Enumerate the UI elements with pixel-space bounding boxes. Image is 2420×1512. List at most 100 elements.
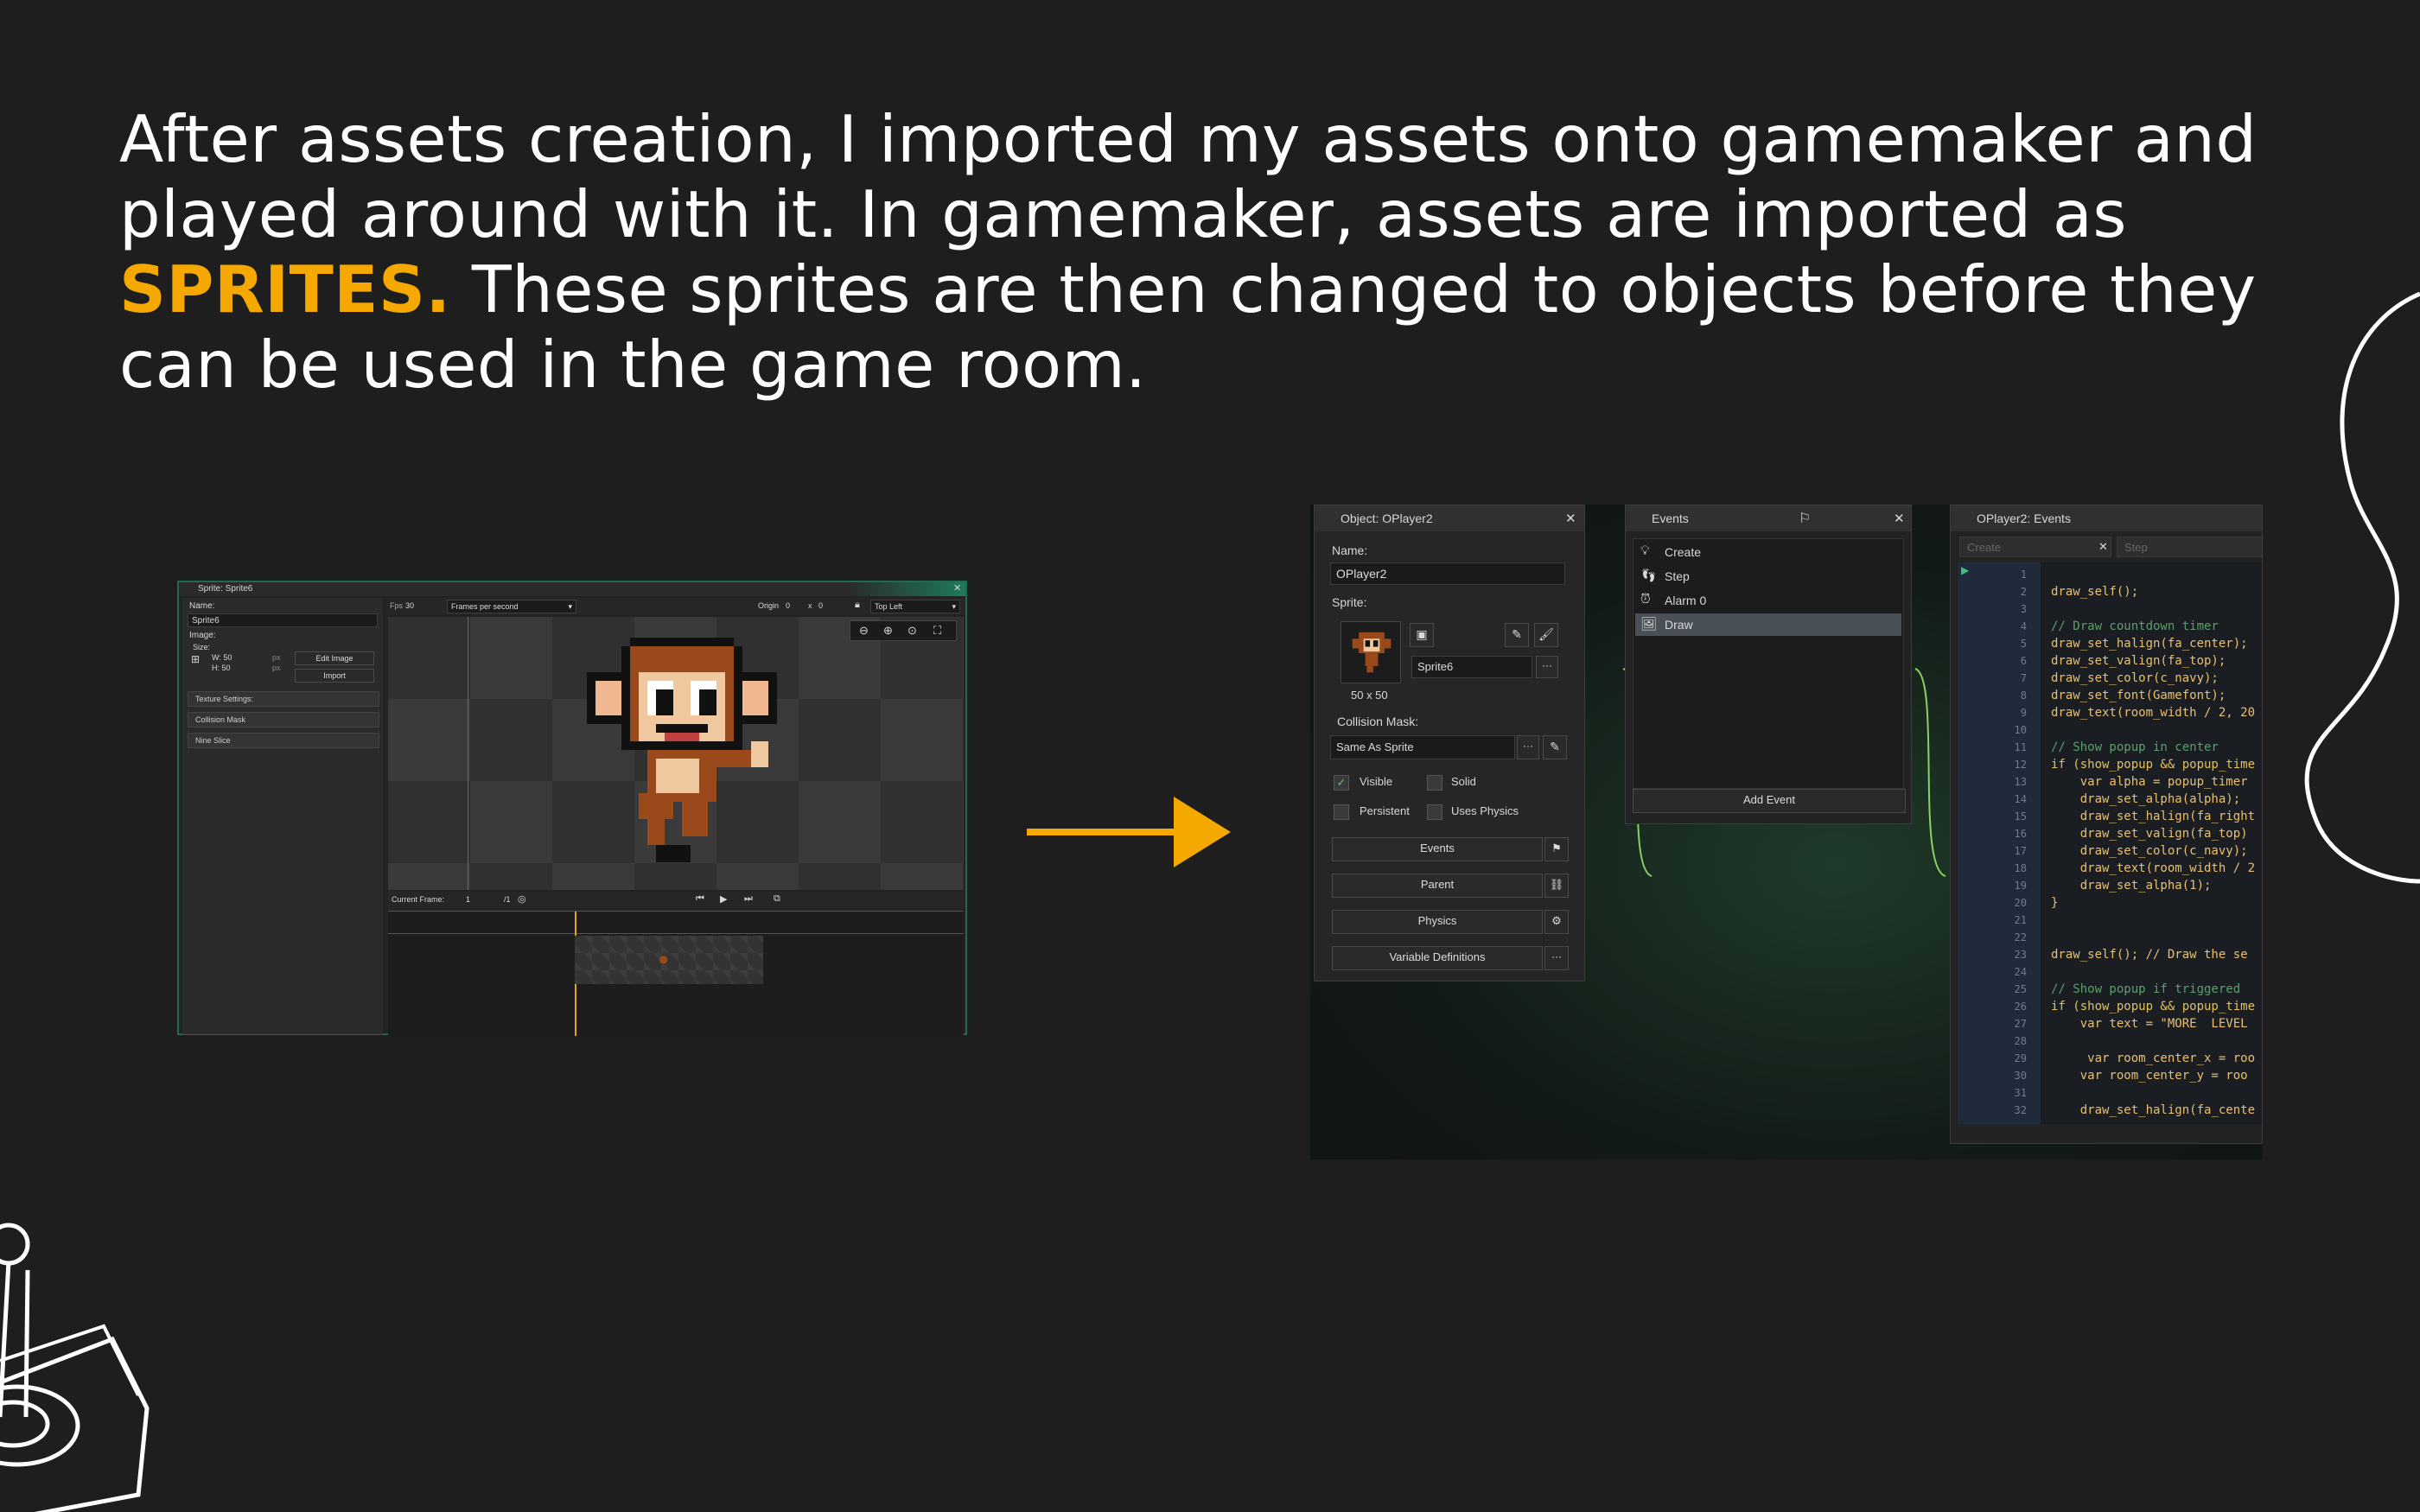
sprite-editor-titlebar: Sprite: Sprite6 ✕ bbox=[179, 582, 965, 596]
lightbulb-icon: 💡︎ bbox=[1640, 543, 1650, 558]
zoom-in-icon[interactable]: ⊕ bbox=[883, 624, 893, 638]
timeline[interactable]: ● bbox=[388, 911, 964, 1036]
new-sprite-icon[interactable]: ▣ bbox=[1410, 623, 1434, 647]
section-collision-mask[interactable]: Collision Mask bbox=[188, 712, 379, 727]
line-number: 23 bbox=[2014, 949, 2027, 961]
line-number: 1 bbox=[2020, 569, 2027, 581]
image-icon: 🖼︎ bbox=[1640, 617, 1658, 632]
physics-gear-icon[interactable]: ⚙ bbox=[1544, 910, 1569, 934]
fps-mode-select[interactable]: Frames per second ▾ bbox=[447, 600, 576, 613]
event-item-alarm-0[interactable]: ⏰︎ Alarm 0 bbox=[1635, 589, 1901, 612]
monkey-sprite-image bbox=[587, 638, 777, 862]
code-line: // Show popup if triggered bbox=[2051, 982, 2241, 996]
event-item-create[interactable]: 💡︎ Create bbox=[1635, 541, 1901, 563]
line-number: 7 bbox=[2020, 672, 2027, 684]
code-panel-title: OPlayer2: Events bbox=[1977, 511, 2071, 525]
flag-icon[interactable]: ⚐ bbox=[1799, 510, 1811, 527]
line-number: 32 bbox=[2014, 1104, 2027, 1116]
sprite-name-field[interactable]: Sprite6 bbox=[188, 613, 378, 627]
sprite-canvas[interactable]: ⊖ ⊕ ⊙ ⛶ bbox=[388, 617, 964, 890]
events-list: 💡︎ Create 👣︎ Step ⏰︎ Alarm 0 🖼︎ Draw bbox=[1633, 538, 1904, 789]
line-number: 26 bbox=[2014, 1001, 2027, 1013]
object-workspace: Object: OPlayer2 ✕ Name: OPlayer2 Sprite… bbox=[1310, 505, 2263, 1159]
close-icon[interactable]: ✕ bbox=[2098, 540, 2108, 554]
collision-mask-label: Collision Mask: bbox=[1337, 715, 1419, 728]
line-number: 16 bbox=[2014, 828, 2027, 840]
events-flag-icon[interactable]: ⚑ bbox=[1544, 837, 1569, 861]
play-icon[interactable]: ▶ bbox=[720, 893, 727, 905]
code-panel-titlebar: OPlayer2: Events bbox=[1951, 505, 2262, 531]
variable-definitions-more-button[interactable]: ··· bbox=[1544, 946, 1569, 970]
variable-definitions-button[interactable]: Variable Definitions bbox=[1332, 946, 1543, 970]
code-line: var alpha = popup_timer bbox=[2051, 775, 2248, 789]
resize-icon[interactable]: ⊞ bbox=[191, 653, 200, 665]
origin-y-value[interactable]: 0 bbox=[818, 601, 823, 610]
object-name-field[interactable]: OPlayer2 bbox=[1330, 562, 1565, 585]
zoom-out-icon[interactable]: ⊖ bbox=[859, 624, 869, 638]
section-texture-settings[interactable]: Texture Settings: bbox=[188, 691, 379, 707]
object-name-label: Name: bbox=[1332, 543, 1368, 557]
collision-mask-select[interactable]: Same As Sprite bbox=[1330, 735, 1515, 759]
arrow-right-icon bbox=[1027, 797, 1231, 867]
events-panel-title: Events bbox=[1652, 511, 1689, 525]
width-value: W: 50 bbox=[212, 653, 232, 662]
event-item-step[interactable]: 👣︎ Step bbox=[1635, 565, 1901, 588]
loop-icon[interactable]: ⧉ bbox=[774, 893, 780, 905]
event-label: Step bbox=[1665, 569, 1690, 583]
tab-create[interactable]: Create ✕ bbox=[1959, 537, 2111, 557]
events-button[interactable]: Events bbox=[1332, 837, 1543, 861]
close-icon[interactable]: ✕ bbox=[1894, 511, 1905, 526]
tab-step[interactable]: Step bbox=[2117, 537, 2262, 557]
onion-skin-icon[interactable]: ◎ bbox=[518, 893, 526, 905]
line-number: 28 bbox=[2014, 1035, 2027, 1047]
edit-image-button[interactable]: Edit Image bbox=[295, 651, 374, 665]
uses-physics-checkbox[interactable] bbox=[1427, 804, 1442, 820]
visible-checkbox[interactable]: ✓ bbox=[1334, 775, 1349, 791]
event-label: Draw bbox=[1665, 618, 1693, 632]
origin-preset-select[interactable]: Top Left ▾ bbox=[870, 600, 960, 613]
lock-icon[interactable]: 🔒︎ bbox=[855, 600, 860, 611]
origin-label: Origin bbox=[758, 601, 780, 610]
line-number: 14 bbox=[2014, 793, 2027, 805]
collision-browse-button[interactable]: ··· bbox=[1517, 735, 1539, 759]
line-number: 22 bbox=[2014, 931, 2027, 943]
import-button[interactable]: Import bbox=[295, 669, 374, 683]
code-area[interactable]: ▶ 1 2 draw_self(); 3 4// Draw countdown time… bbox=[1958, 562, 2262, 1124]
skip-start-icon[interactable]: ⏮ bbox=[696, 893, 704, 905]
parent-button[interactable]: Parent bbox=[1332, 874, 1543, 898]
sprite-preview-box[interactable] bbox=[1341, 621, 1401, 683]
close-icon[interactable]: ✕ bbox=[1565, 511, 1576, 526]
frame-thumbnail[interactable]: ● bbox=[575, 936, 763, 984]
solid-checkbox[interactable] bbox=[1427, 775, 1442, 791]
fullscreen-icon[interactable]: ⛶ bbox=[933, 624, 941, 638]
skip-end-icon[interactable]: ⏭ bbox=[744, 893, 753, 905]
tab-label: Step bbox=[2124, 541, 2148, 554]
line-number: 27 bbox=[2014, 1018, 2027, 1030]
brush-icon[interactable]: 🖌︎ bbox=[1534, 623, 1558, 647]
line-number: 31 bbox=[2014, 1087, 2027, 1099]
sprite-editor-window: Sprite: Sprite6 ✕ Name: Sprite6 Image: S… bbox=[177, 581, 967, 1036]
section-nine-slice[interactable]: Nine Slice bbox=[188, 733, 379, 748]
fps-value[interactable]: 30 bbox=[405, 601, 414, 610]
edit-sprite-icon[interactable]: ✎ bbox=[1505, 623, 1529, 647]
add-event-button[interactable]: Add Event bbox=[1633, 789, 1906, 813]
sprite-browse-button[interactable]: ··· bbox=[1536, 656, 1558, 678]
code-line: if (show_popup && popup_time bbox=[2051, 1000, 2256, 1013]
code-lines: 1 2 draw_self(); 3 4// Draw countdown timer 5… bbox=[1958, 562, 2262, 1124]
current-frame-value[interactable]: 1 bbox=[466, 895, 470, 904]
edit-mask-icon[interactable]: ✎ bbox=[1543, 735, 1567, 759]
physics-button[interactable]: Physics bbox=[1332, 910, 1543, 934]
zoom-fit-icon[interactable]: ⊙ bbox=[908, 624, 917, 638]
persistent-checkbox[interactable] bbox=[1334, 804, 1349, 820]
close-icon[interactable]: ✕ bbox=[953, 582, 961, 594]
sprite-label: Sprite: bbox=[1332, 595, 1367, 609]
line-number: 30 bbox=[2014, 1070, 2027, 1082]
parent-hierarchy-icon[interactable]: ⛓︎ bbox=[1544, 874, 1569, 898]
line-number: 12 bbox=[2014, 759, 2027, 771]
event-item-draw[interactable]: 🖼︎ Draw bbox=[1635, 613, 1901, 636]
origin-separator: x bbox=[808, 601, 812, 610]
origin-x-value[interactable]: 0 bbox=[786, 601, 790, 610]
sprite-select-field[interactable]: Sprite6 bbox=[1411, 656, 1532, 678]
image-label: Image: bbox=[189, 631, 216, 640]
timeline-ruler bbox=[388, 912, 964, 934]
